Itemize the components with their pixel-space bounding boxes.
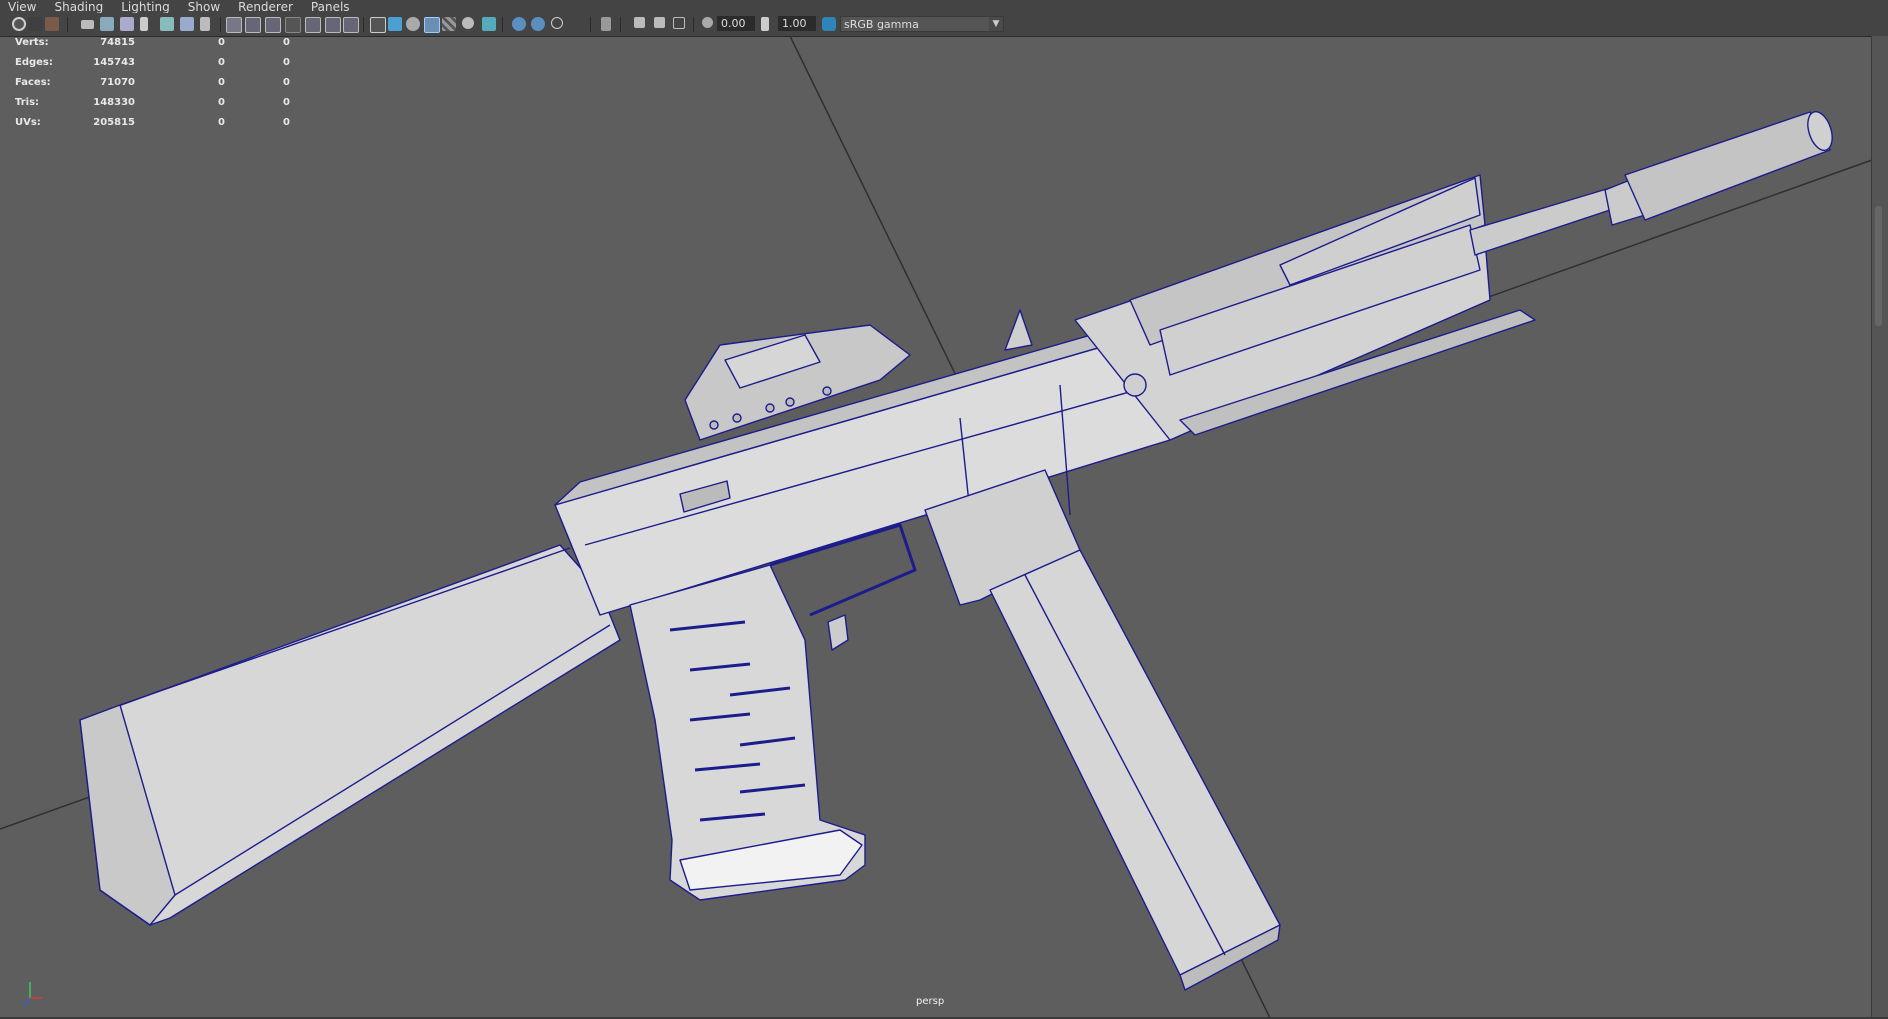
front-pin-mesh — [1123, 373, 1147, 397]
menu-show[interactable]: Show — [179, 1, 229, 13]
hud-value: 0 — [283, 97, 290, 108]
film-gate-icon[interactable] — [245, 17, 261, 33]
gate-mask-icon[interactable] — [285, 17, 301, 33]
exposure-field[interactable]: 0.00 — [717, 16, 755, 31]
hud-value: 0 — [283, 37, 290, 48]
xray-joints-icon[interactable] — [673, 17, 685, 29]
screen-space-ao-icon[interactable] — [512, 17, 526, 31]
menu-renderer[interactable]: Renderer — [229, 1, 302, 13]
xray-active-components-icon[interactable] — [654, 17, 665, 28]
resolution-gate-icon[interactable] — [265, 17, 281, 33]
hud-label: UVs: — [15, 117, 41, 128]
color-space-label: sRGB gamma — [844, 18, 919, 31]
hud-value: 0 — [218, 77, 225, 88]
grease-pencil-icon[interactable] — [140, 17, 148, 31]
shadows-icon[interactable] — [482, 17, 496, 31]
motion-blur-icon[interactable] — [531, 17, 545, 31]
exposure-icon[interactable] — [702, 17, 713, 28]
menu-lighting[interactable]: Lighting — [112, 1, 179, 13]
grid-icon[interactable] — [226, 17, 242, 33]
menu-panels[interactable]: Panels — [302, 1, 359, 13]
wireframe-icon[interactable] — [370, 17, 386, 33]
hud-value: 0 — [218, 37, 225, 48]
hud-label: Faces: — [15, 77, 51, 88]
menu-shading[interactable]: Shading — [45, 1, 112, 13]
menu-view[interactable]: View — [0, 1, 45, 13]
depth-of-field-icon[interactable] — [570, 17, 584, 31]
hud-label: Edges: — [15, 57, 53, 68]
hud-value: 148330 — [93, 97, 135, 108]
hud-label: Tris: — [15, 97, 40, 108]
default-material-icon[interactable] — [406, 17, 420, 31]
trigger-mesh — [827, 614, 849, 651]
color-space-dropdown[interactable]: sRGB gamma ▼ — [840, 16, 1004, 32]
snap-icon[interactable] — [180, 17, 194, 31]
hud-label: Verts: — [15, 37, 49, 48]
hud-value: 0 — [283, 117, 290, 128]
bookmarks-icon[interactable] — [160, 17, 174, 31]
textured-icon[interactable] — [442, 17, 456, 31]
use-lights-icon[interactable] — [462, 17, 474, 29]
camera-attributes-icon[interactable] — [45, 17, 59, 31]
hud-value: 0 — [283, 57, 290, 68]
right-side-panel-strip[interactable] — [1871, 36, 1888, 1018]
select-camera-icon[interactable] — [12, 17, 26, 31]
image-plane-icon[interactable] — [100, 17, 114, 31]
pencil-icon[interactable] — [200, 17, 210, 31]
panel-resize-handle[interactable] — [1875, 206, 1882, 326]
axis-gizmo-icon — [23, 982, 42, 1007]
smooth-shade-icon[interactable] — [388, 17, 402, 31]
front-sight-mesh — [1004, 309, 1033, 351]
safe-title-icon[interactable] — [343, 17, 359, 33]
gamma-icon[interactable] — [761, 17, 769, 31]
panel-menu-bar: View Shading Lighting Show Renderer Panels — [0, 0, 1888, 13]
safe-action-icon[interactable] — [325, 17, 341, 33]
camera-name-label: persp — [916, 996, 945, 1007]
viewport-persp[interactable] — [0, 36, 1888, 1018]
camera-lock-icon[interactable] — [28, 17, 42, 31]
barrel-mesh — [1469, 184, 1626, 256]
two-d-pan-zoom-icon[interactable] — [120, 17, 134, 31]
hud-value: 74815 — [100, 37, 135, 48]
hud-value: 205815 — [93, 117, 135, 128]
suppressor-mesh — [1624, 111, 1831, 221]
field-chart-icon[interactable] — [305, 17, 321, 33]
magazine-mesh — [989, 549, 1281, 976]
rifle-model — [79, 110, 1833, 991]
color-management-icon[interactable] — [822, 17, 836, 31]
viewport-scene — [0, 36, 1873, 1018]
panel-toolbar: 0.00 1.00 sRGB gamma ▼ — [0, 13, 1888, 37]
hud-value: 145743 — [93, 57, 135, 68]
hud-value: 0 — [218, 57, 225, 68]
gamma-field[interactable]: 1.00 — [778, 16, 816, 31]
isolate-select-icon[interactable] — [601, 17, 611, 31]
wireframe-on-shaded-icon[interactable] — [424, 17, 440, 33]
xray-icon[interactable] — [634, 17, 645, 28]
chevron-down-icon[interactable]: ▼ — [989, 17, 1003, 31]
hud-value: 0 — [218, 117, 225, 128]
hud-value: 71070 — [100, 77, 135, 88]
hud-value: 0 — [283, 77, 290, 88]
camera-bookmark-icon[interactable] — [81, 20, 94, 29]
anti-aliasing-icon[interactable] — [551, 17, 563, 29]
hud-value: 0 — [218, 97, 225, 108]
